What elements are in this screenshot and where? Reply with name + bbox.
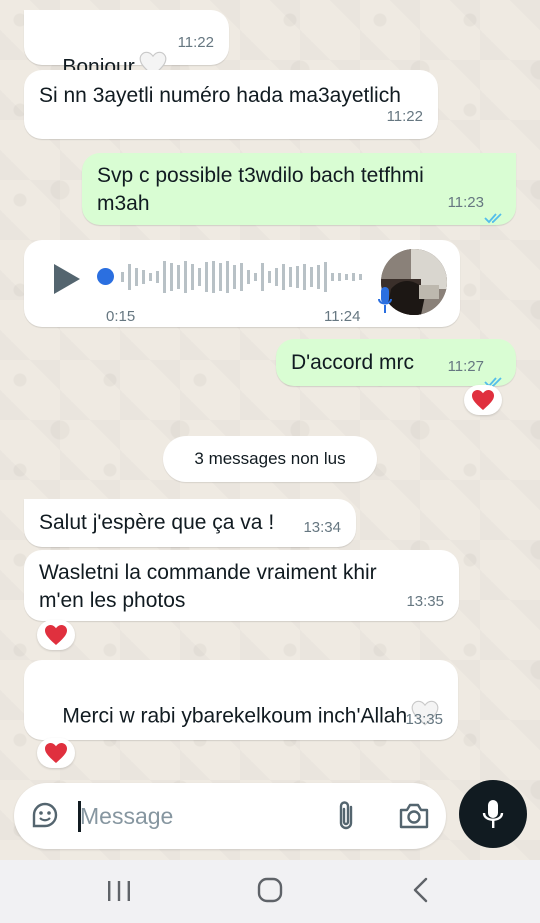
message-bubble[interactable]: Bonjour 11:22	[24, 10, 229, 79]
voice-duration: 0:15	[106, 308, 136, 325]
attachment-icon[interactable]	[335, 799, 357, 838]
red-heart-icon	[45, 743, 67, 763]
voice-record-button[interactable]	[459, 780, 527, 848]
red-heart-icon	[472, 390, 494, 410]
message-bubble[interactable]: Si nn 3ayetli numéro hada ma3ayetlich 11…	[24, 70, 438, 139]
message-text: Merci w rabi ybarekelkoum inch'Allah	[62, 704, 408, 728]
camera-icon[interactable]	[398, 802, 430, 835]
microphone-icon	[482, 800, 504, 828]
message-time: 11:22	[177, 34, 214, 51]
sticker-icon[interactable]	[30, 800, 60, 835]
voice-progress-dot[interactable]	[97, 268, 114, 285]
system-navigation-bar	[0, 860, 540, 923]
message-time: 11:27	[447, 358, 484, 375]
voice-waveform[interactable]	[119, 258, 364, 296]
read-ticks-icon	[484, 368, 504, 388]
red-heart-icon	[45, 625, 67, 645]
play-icon[interactable]	[52, 262, 82, 304]
message-bubble[interactable]: Svp c possible t3wdilo bach tetfhmi m3ah…	[82, 153, 516, 225]
message-time: 13:35	[405, 711, 443, 728]
message-input-bar: Message	[14, 783, 446, 849]
message-time: 13:34	[303, 519, 341, 536]
message-bubble[interactable]: D'accord mrc 11:27	[276, 339, 516, 388]
message-text: Svp c possible t3wdilo bach tetfhmi m3ah	[97, 164, 424, 215]
message-time: 11:22	[386, 108, 423, 125]
recent-apps-icon[interactable]	[106, 879, 132, 908]
message-input[interactable]: Message	[80, 803, 173, 830]
home-icon[interactable]	[257, 877, 283, 908]
unread-messages-label: 3 messages non lus	[194, 449, 346, 468]
message-text: Wasletni la commande vraiment khir m'en …	[39, 561, 377, 612]
unread-messages-banner: 3 messages non lus	[163, 436, 377, 482]
message-bubble[interactable]: Merci w rabi ybarekelkoum inch'Allah 13:…	[24, 660, 458, 740]
reaction-badge[interactable]	[37, 620, 75, 650]
message-time: 13:35	[406, 593, 444, 610]
message-text: Si nn 3ayetli numéro hada ma3ayetlich	[39, 84, 401, 107]
read-ticks-icon	[484, 204, 504, 224]
back-icon[interactable]	[411, 877, 431, 908]
voice-message-bubble[interactable]: 0:15 11:24	[24, 240, 460, 327]
message-time: 11:24	[324, 308, 361, 325]
message-text: Salut j'espère que ça va !	[39, 511, 275, 534]
message-bubble[interactable]: Wasletni la commande vraiment khir m'en …	[24, 550, 459, 621]
reaction-badge[interactable]	[37, 738, 75, 768]
reaction-badge[interactable]	[464, 385, 502, 415]
message-time: 11:23	[447, 194, 484, 211]
microphone-icon	[377, 285, 393, 323]
message-bubble[interactable]: Salut j'espère que ça va ! 13:34	[24, 499, 356, 547]
